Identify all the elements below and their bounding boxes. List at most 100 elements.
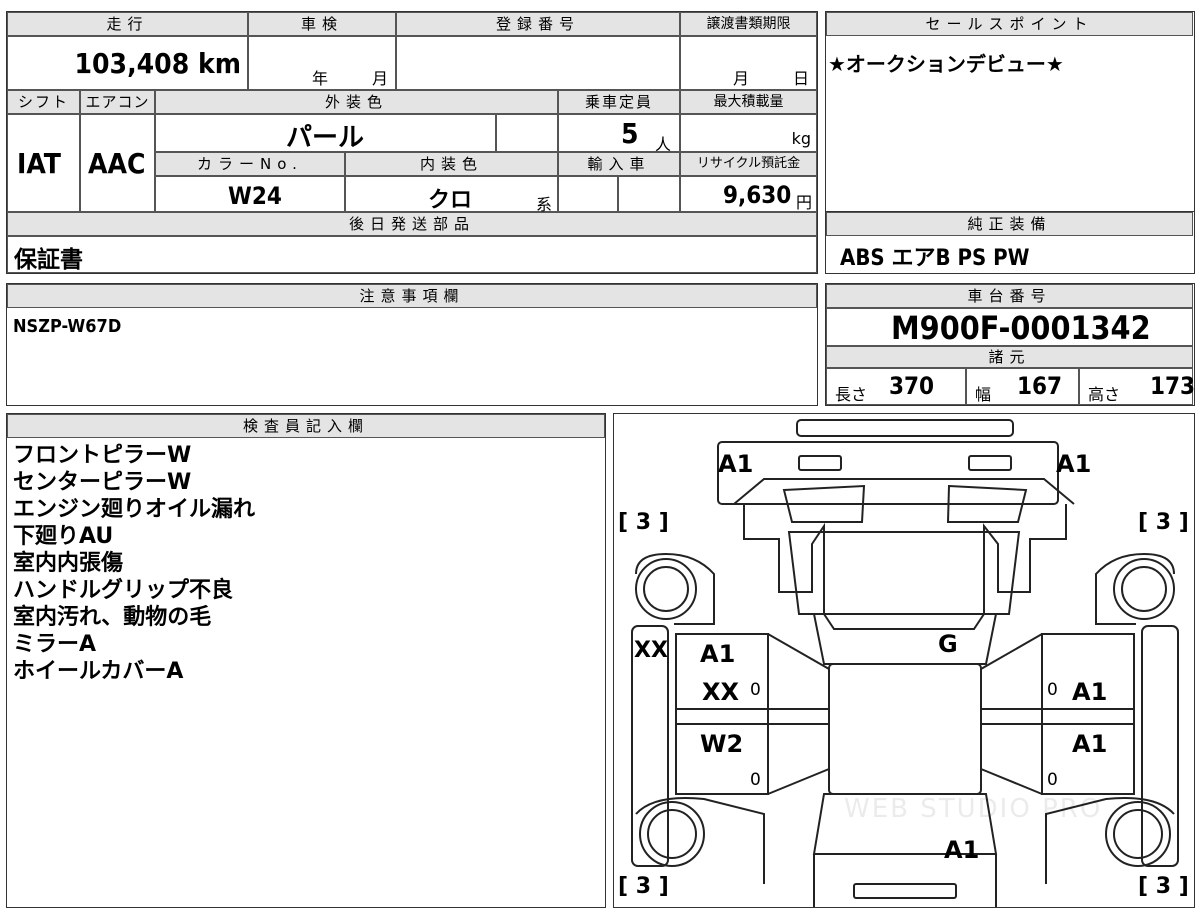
recycle-unit: 円 — [795, 193, 812, 212]
mileage-cell: 103,408 km — [7, 36, 248, 90]
inspector-box: 検査員記入欄 フロントピラーW センターピラーW エンジン廻りオイル漏れ 下廻り… — [6, 413, 606, 908]
shaken-cell: 年 月 — [248, 36, 396, 90]
import-cell-1 — [558, 176, 618, 212]
shift-value: IAT — [17, 147, 61, 180]
tire-rl-bracket: [ 3 ] — [618, 874, 669, 899]
vehicle-info-table: 走行 車検 登録番号 譲渡書類期限 103,408 km 年 月 月 日 シフト… — [6, 11, 818, 274]
watermark: WEB STUDIO PRO — [844, 794, 1103, 824]
notes-box: 注意事項欄 NSZP-W67D — [6, 283, 818, 406]
max-load-cell: kg — [680, 114, 817, 152]
chassis-number: M900F-0001342 — [891, 309, 1151, 347]
mileage-value: 103,408 km — [74, 47, 242, 80]
length-value: 370 — [889, 372, 935, 400]
later-parts-header: 後日発送部品 — [7, 212, 817, 236]
door-fl-zero: 0 — [750, 680, 761, 700]
glass-damage: G — [938, 630, 958, 658]
int-color-value: クロ — [428, 188, 473, 213]
recycle-cell: 9,630 円 — [680, 176, 817, 212]
width-cell: 幅 167 — [966, 368, 1079, 405]
shift-cell: IAT — [7, 114, 80, 212]
sales-point-header: セールスポイント — [826, 12, 1193, 36]
inspector-line: フロントピラーW — [13, 443, 192, 468]
ac-cell: AAC — [80, 114, 155, 212]
ext-color-extra-cell — [496, 114, 558, 152]
door-fr-zero: 0 — [1047, 680, 1058, 700]
chassis-box: 車台番号 M900F-0001342 諸元 長さ 370 幅 167 高さ 17… — [825, 283, 1195, 406]
sales-point-box: セールスポイント ★オークションデビュー★ — [825, 11, 1195, 213]
load-unit: kg — [791, 129, 811, 148]
notes-header: 注意事項欄 — [7, 284, 817, 308]
ext-color-value: パール — [286, 123, 365, 153]
height-cell: 高さ 173 — [1079, 368, 1196, 405]
door-fl-damage-1: A1 — [700, 640, 736, 668]
height-value: 173 — [1150, 372, 1196, 400]
door-rr-damage: A1 — [1072, 730, 1108, 758]
car-diagram-box: A1 A1 [ 3 ] [ 3 ] [ 3 ] [ 3 ] XX A1 XX 0… — [613, 413, 1195, 908]
int-color-cell: クロ 系 — [345, 176, 558, 214]
inspector-lines: フロントピラーW センターピラーW エンジン廻りオイル漏れ 下廻りAU 室内内張… — [13, 442, 255, 685]
max-load-header: 最大積載量 — [680, 90, 817, 114]
inspector-line: 室内内張傷 — [13, 551, 124, 576]
rear-damage: A1 — [944, 836, 980, 864]
tire-fr-value: 3 — [1155, 510, 1172, 535]
color-no-value: W24 — [228, 182, 282, 210]
front-right-damage: A1 — [1056, 450, 1092, 478]
shaken-month: 月 — [372, 69, 389, 88]
chassis-number-cell: M900F-0001342 — [826, 308, 1193, 347]
tire-rr-bracket: [ 3 ] — [1138, 874, 1189, 899]
shaken-year: 年 — [312, 69, 329, 88]
inspector-line: ミラーA — [13, 632, 97, 657]
ext-color-header: 外装色 — [155, 90, 558, 114]
recycle-header: リサイクル預託金 — [680, 152, 817, 176]
transfer-day: 日 — [793, 69, 810, 88]
length-cell: 長さ 370 — [826, 368, 966, 405]
capacity-value: 5 — [621, 117, 639, 150]
shaken-header: 車検 — [248, 12, 396, 36]
capacity-cell: 5 人 — [558, 114, 680, 154]
chassis-header: 車台番号 — [826, 284, 1193, 308]
int-color-header: 内装色 — [345, 152, 558, 176]
genuine-equipment-text: ABS エアB PS PW — [840, 246, 1030, 271]
tire-rl-value: 3 — [635, 874, 652, 899]
registration-cell — [396, 36, 680, 90]
import-cell-2 — [618, 176, 680, 212]
notes-text: NSZP-W67D — [13, 316, 122, 337]
length-label: 長さ — [835, 385, 868, 404]
inspector-line: ホイールカバーA — [13, 659, 184, 684]
mileage-header: 走行 — [7, 12, 248, 36]
tire-fl-bracket: [ 3 ] — [618, 510, 669, 535]
inspector-line: エンジン廻りオイル漏れ — [13, 497, 256, 522]
door-fr-damage: A1 — [1072, 678, 1108, 706]
capacity-header: 乗車定員 — [558, 90, 680, 114]
door-rl-zero: 0 — [750, 770, 761, 790]
door-rl-damage: W2 — [700, 730, 744, 758]
inspector-line: 室内汚れ、動物の毛 — [13, 605, 212, 630]
inspector-line: 下廻りAU — [13, 524, 114, 549]
door-fl-damage-2: XX — [702, 678, 740, 706]
inspector-header: 検査員記入欄 — [7, 414, 605, 438]
transfer-month: 月 — [733, 69, 750, 88]
registration-header: 登録番号 — [396, 12, 680, 36]
genuine-equipment-header: 純正装備 — [826, 212, 1193, 236]
sales-point-text: ★オークションデビュー★ — [828, 52, 1064, 76]
transfer-cell: 月 日 — [680, 36, 817, 90]
recycle-value: 9,630 — [723, 181, 792, 209]
tire-rr-value: 3 — [1155, 874, 1172, 899]
front-left-damage: A1 — [718, 450, 754, 478]
genuine-equipment-box: 純正装備 ABS エアB PS PW — [825, 211, 1195, 274]
left-side-damage: XX — [634, 638, 668, 663]
door-rr-zero: 0 — [1047, 770, 1058, 790]
width-label: 幅 — [975, 385, 992, 404]
spec-header: 諸元 — [826, 346, 1193, 368]
width-value: 167 — [1017, 372, 1063, 400]
tire-fr-bracket: [ 3 ] — [1138, 510, 1189, 535]
ac-value: AAC — [88, 147, 146, 180]
tire-fl-value: 3 — [635, 510, 652, 535]
inspector-line: ハンドルグリップ不良 — [13, 578, 234, 603]
height-label: 高さ — [1088, 385, 1121, 404]
ext-color-cell: パール — [155, 114, 496, 153]
later-parts-cell: 保証書 — [7, 236, 817, 273]
inspector-line: センターピラーW — [13, 470, 192, 495]
color-no-cell: W24 — [155, 176, 345, 212]
ac-header: エアコン — [80, 90, 155, 114]
